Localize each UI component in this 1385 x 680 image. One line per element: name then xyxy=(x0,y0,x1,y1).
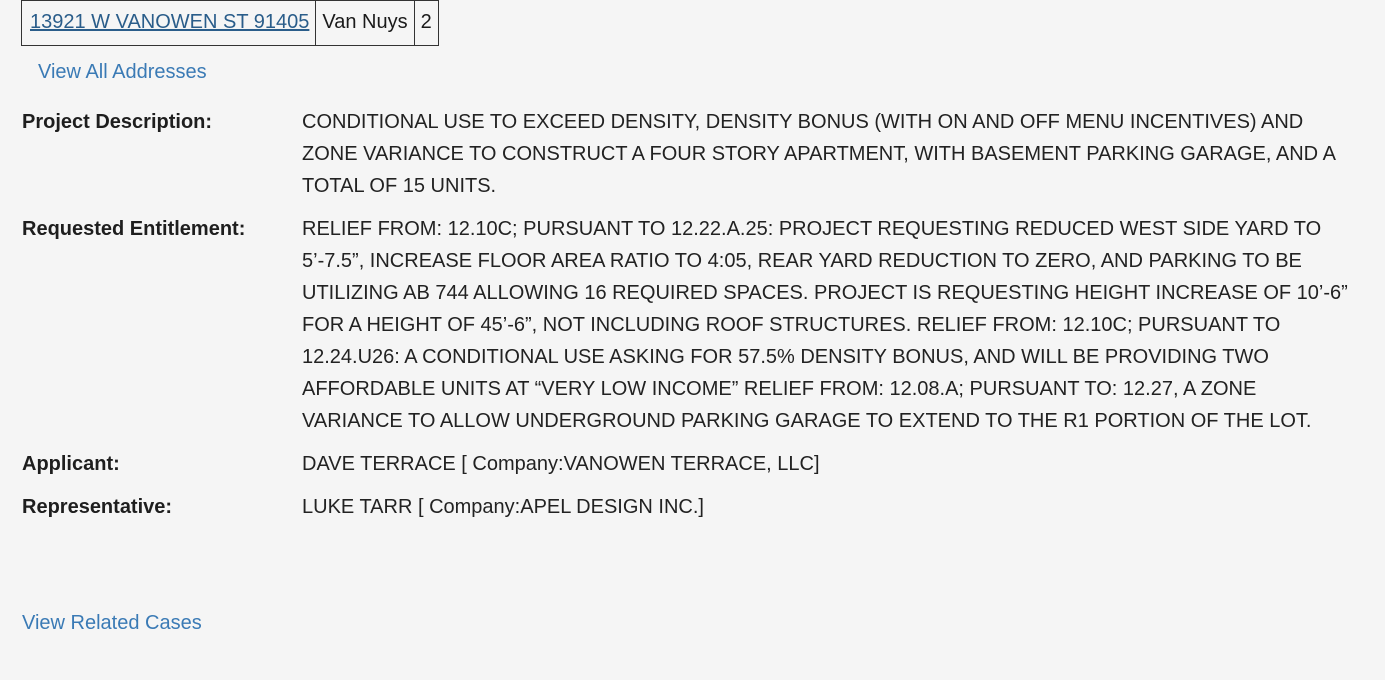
view-related-cases-link[interactable]: View Related Cases xyxy=(22,610,202,636)
district-cell: 2 xyxy=(413,0,439,46)
view-all-addresses-link[interactable]: View All Addresses xyxy=(38,59,207,85)
address-cell: 13921 W VANOWEN ST 91405 xyxy=(20,0,317,46)
table-row: 13921 W VANOWEN ST 91405 Van Nuys 2 xyxy=(20,0,439,46)
address-link[interactable]: 13921 W VANOWEN ST 91405 xyxy=(30,11,309,33)
project-description-value: CONDITIONAL USE TO EXCEED DENSITY, DENSI… xyxy=(302,111,1335,197)
applicant-value: DAVE TERRACE [ Company:VANOWEN TERRACE, … xyxy=(302,453,820,475)
requested-entitlement-row: Requested Entitlement: RELIEF FROM: 12.1… xyxy=(22,213,1362,437)
representative-label: Representative: xyxy=(22,496,173,518)
applicant-row: Applicant: DAVE TERRACE [ Company:VANOWE… xyxy=(22,448,1362,480)
applicant-label: Applicant: xyxy=(22,453,120,475)
requested-entitlement-value: RELIEF FROM: 12.10C; PURSUANT TO 12.22.A… xyxy=(302,218,1348,432)
representative-row: Representative: LUKE TARR [ Company:APEL… xyxy=(22,491,1362,523)
representative-value: LUKE TARR [ Company:APEL DESIGN INC.] xyxy=(302,496,704,518)
project-description-row: Project Description: CONDITIONAL USE TO … xyxy=(22,106,1362,202)
address-table: 13921 W VANOWEN ST 91405 Van Nuys 2 xyxy=(20,0,439,46)
requested-entitlement-label: Requested Entitlement: xyxy=(22,218,246,240)
case-details: Project Description: CONDITIONAL USE TO … xyxy=(22,106,1362,523)
project-description-label: Project Description: xyxy=(22,111,213,133)
community-cell: Van Nuys xyxy=(315,0,415,46)
